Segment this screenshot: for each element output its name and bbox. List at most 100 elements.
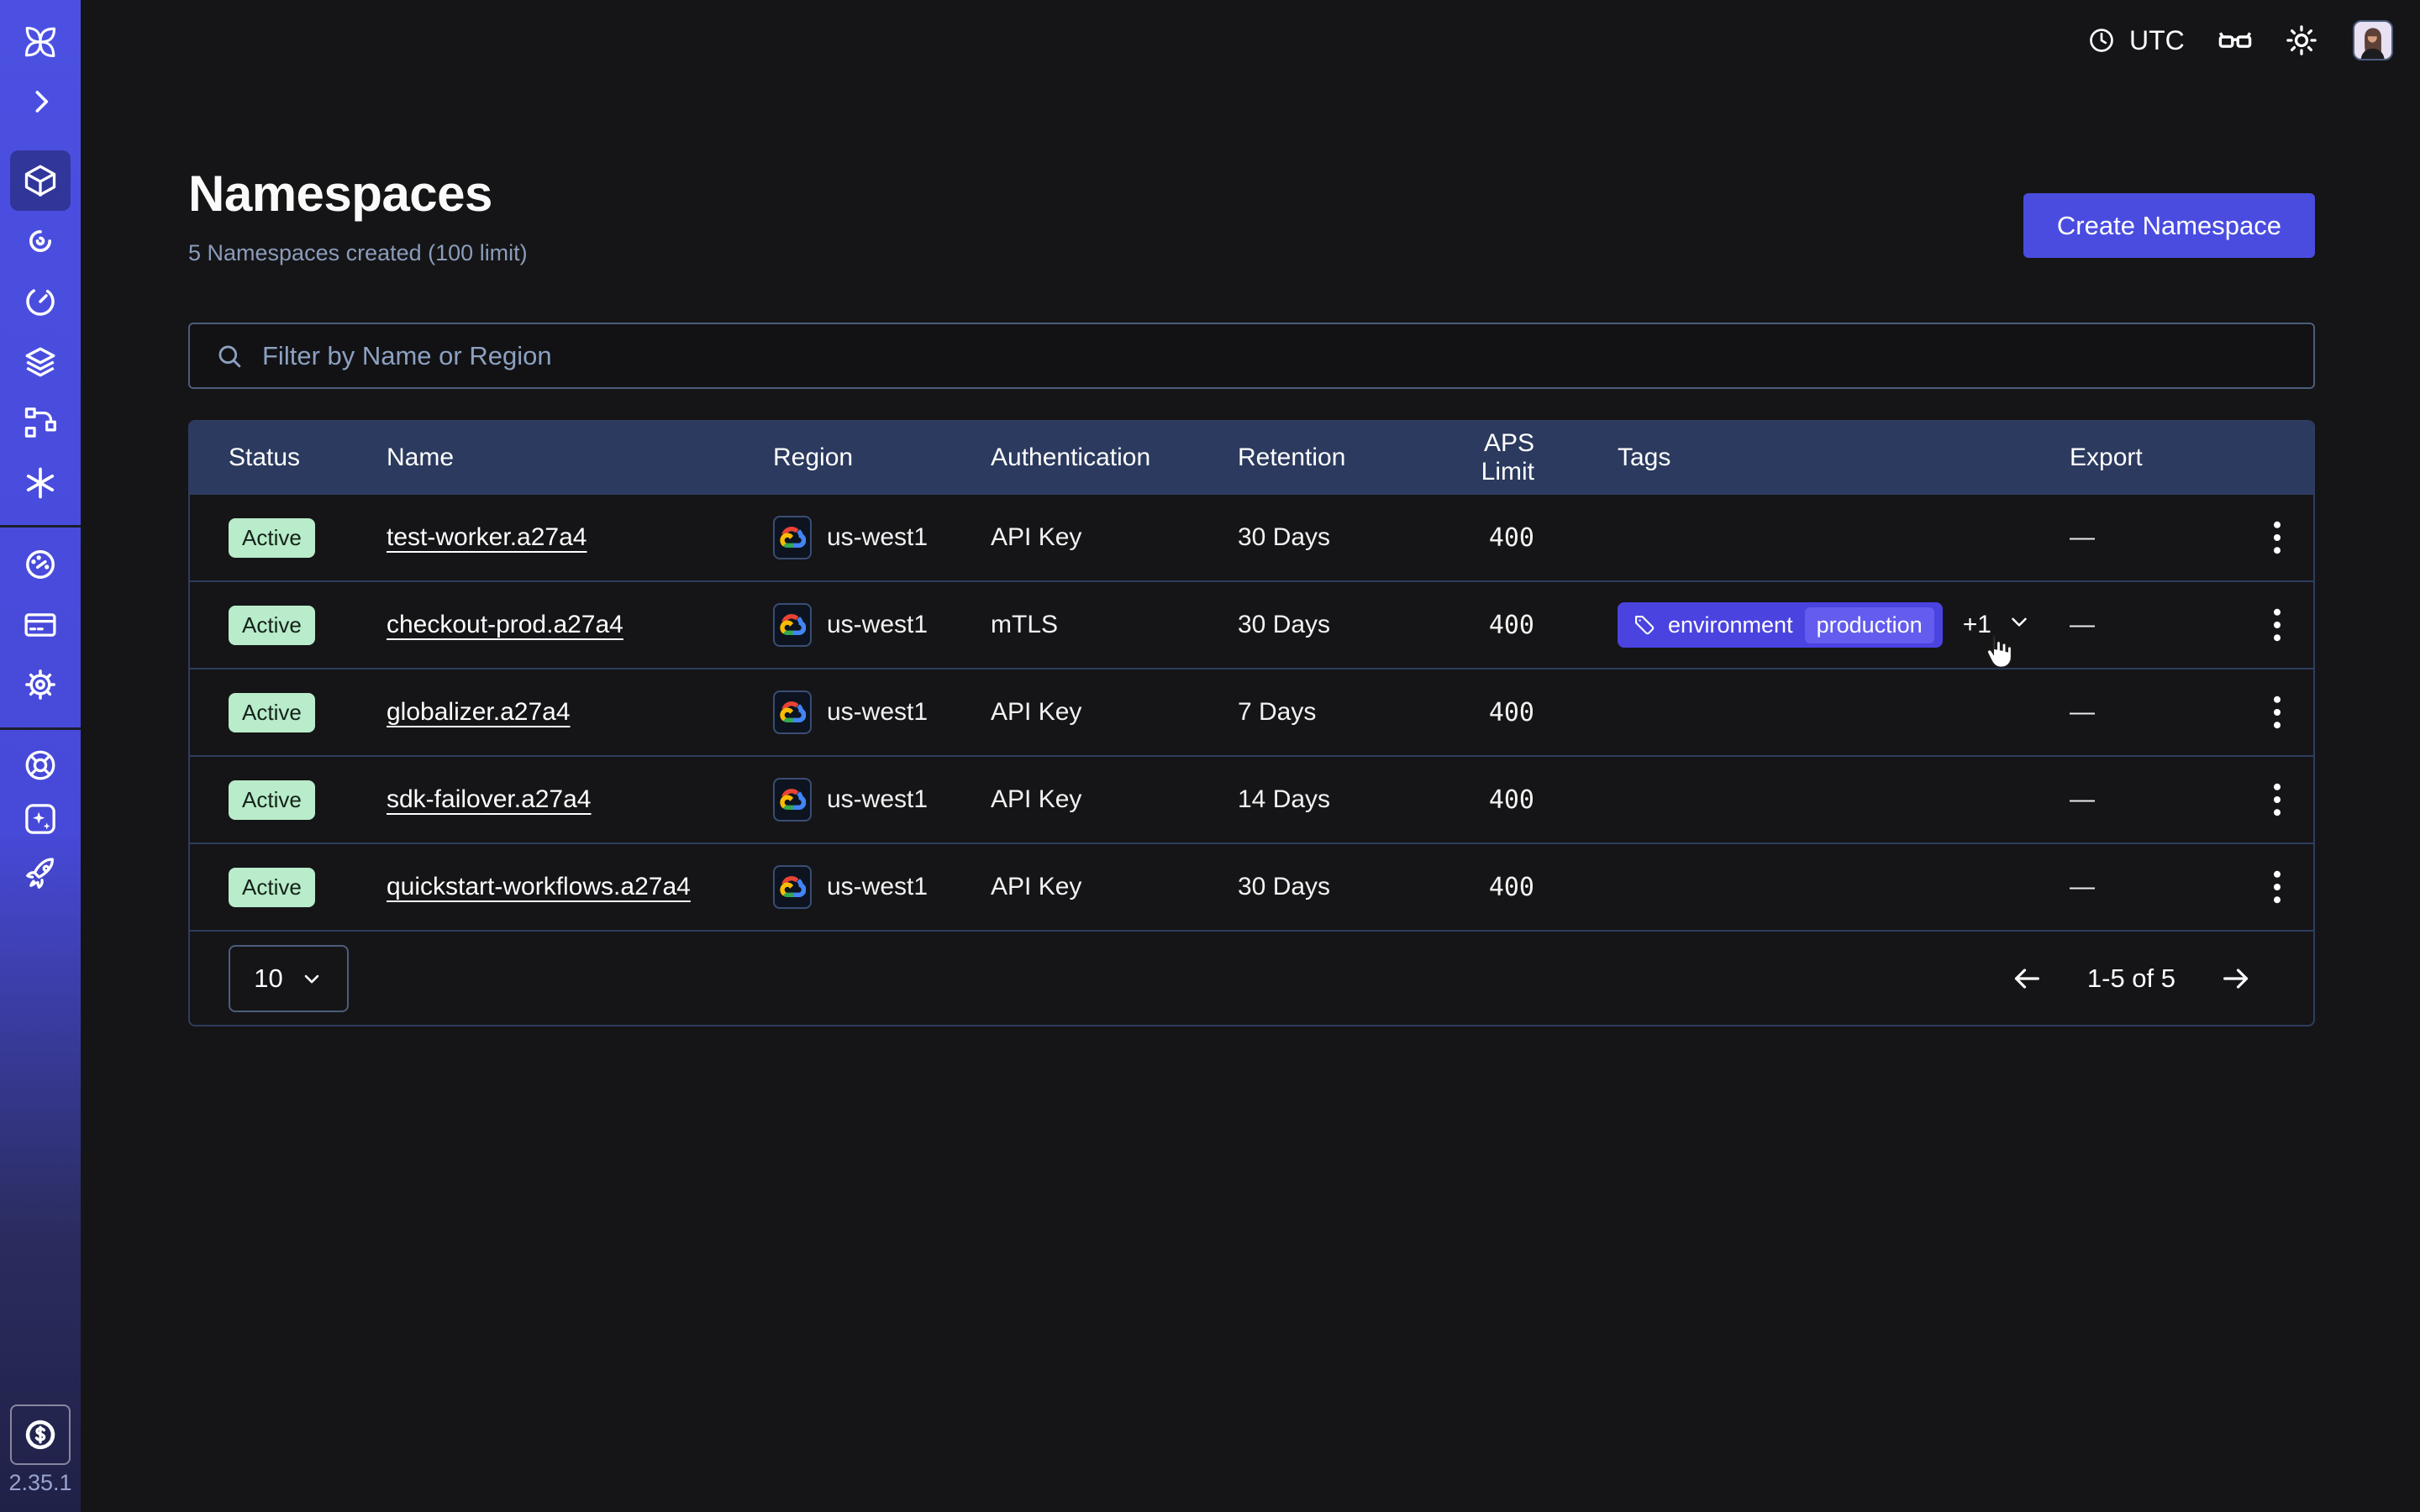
status-badge: Active (229, 518, 315, 558)
search-icon (215, 342, 244, 370)
table-row[interactable]: Active test-worker.a27a4 us-west1 API Ke… (190, 493, 2313, 580)
filter-searchbox[interactable] (188, 323, 2315, 389)
sidebar-item-billing-card-icon[interactable] (22, 606, 59, 643)
col-header-status: Status (229, 444, 387, 472)
col-header-name: Name (387, 444, 773, 472)
sidebar-item-deployments-layers-icon[interactable] (22, 344, 59, 381)
namespace-link[interactable]: sdk-failover.a27a4 (387, 785, 592, 814)
status-badge: Active (229, 780, 315, 820)
sidebar-expand-chevron-icon[interactable] (22, 83, 59, 120)
table-footer: 10 1-5 of 5 (190, 930, 2313, 1025)
tag-key: environment (1668, 612, 1793, 638)
sidebar-item-nexus-branch-icon[interactable] (22, 404, 59, 441)
auth-label: API Key (991, 873, 1238, 901)
sidebar-item-support-lifebuoy-icon[interactable] (22, 747, 59, 784)
tag-more-count: +1 (1963, 611, 1991, 639)
namespaces-table: Status Name Region Authentication Retent… (188, 420, 2315, 1026)
gcp-cloud-icon (773, 516, 812, 559)
region-label: us-west1 (827, 698, 928, 727)
col-header-retention: Retention (1238, 444, 1429, 472)
region-label: us-west1 (827, 785, 928, 814)
col-header-aps-limit: APS Limit (1429, 429, 1534, 486)
status-badge: Active (229, 606, 315, 645)
export-value: — (2070, 523, 2241, 552)
page-subtitle: 5 Namespaces created (100 limit) (188, 240, 528, 266)
col-header-tags: Tags (1534, 444, 2070, 472)
gcp-cloud-icon (773, 603, 812, 647)
namespace-link[interactable]: globalizer.a27a4 (387, 698, 571, 727)
tags-expand-chevron-icon[interactable] (2007, 609, 2032, 641)
retention-label: 30 Days (1238, 873, 1429, 901)
chevron-down-icon (300, 967, 324, 990)
search-input[interactable] (262, 341, 2288, 371)
export-value: — (2070, 785, 2241, 814)
region-label: us-west1 (827, 611, 928, 639)
sidebar-item-usage-gauge-icon[interactable] (22, 546, 59, 583)
app-version: 2.35.1 (0, 1470, 81, 1496)
table-row[interactable]: Active sdk-failover.a27a4 us-west1 API K… (190, 755, 2313, 843)
sidebar-divider (0, 525, 81, 528)
retention-label: 30 Days (1238, 611, 1429, 639)
row-kebab-menu[interactable] (2241, 696, 2313, 729)
previous-page-button[interactable] (2010, 962, 2044, 995)
sidebar-item-settings-gear-icon[interactable] (22, 666, 59, 703)
sidebar-item-getting-started-sparkle-icon[interactable] (22, 801, 59, 837)
sidebar-item-workflows-spiral-icon[interactable] (22, 223, 59, 260)
auth-label: API Key (991, 785, 1238, 814)
aps-limit-value: 400 (1429, 698, 1534, 727)
gcp-cloud-icon (773, 778, 812, 822)
export-value: — (2070, 611, 2241, 639)
status-badge: Active (229, 693, 315, 732)
table-row[interactable]: Active globalizer.a27a4 us-west1 API Key… (190, 668, 2313, 755)
region-label: us-west1 (827, 523, 928, 552)
pagination: 1-5 of 5 (2010, 962, 2253, 995)
next-page-button[interactable] (2219, 962, 2253, 995)
sidebar-item-quickstart-rocket-icon[interactable] (22, 856, 59, 893)
col-header-export: Export (2070, 444, 2241, 472)
export-value: — (2070, 873, 2241, 901)
aps-limit-value: 400 (1429, 873, 1534, 902)
tag-chip[interactable]: environment production (1618, 602, 1943, 648)
namespace-link[interactable]: test-worker.a27a4 (387, 523, 587, 552)
status-badge: Active (229, 868, 315, 907)
pricing-dollar-badge-icon[interactable] (10, 1404, 71, 1465)
retention-label: 14 Days (1238, 785, 1429, 814)
namespace-link[interactable]: checkout-prod.a27a4 (387, 611, 623, 639)
pagination-range: 1-5 of 5 (2087, 963, 2175, 994)
auth-label: mTLS (991, 611, 1238, 639)
retention-label: 7 Days (1238, 698, 1429, 727)
sidebar-item-batch-asterisk-icon[interactable] (22, 465, 59, 501)
region-label: us-west1 (827, 873, 928, 901)
table-header-row: Status Name Region Authentication Retent… (190, 422, 2313, 493)
row-kebab-menu[interactable] (2241, 608, 2313, 642)
row-kebab-menu[interactable] (2241, 870, 2313, 904)
table-row[interactable]: Active checkout-prod.a27a4 us-west1 mTLS… (190, 580, 2313, 668)
tag-value: production (1805, 607, 1934, 643)
sidebar: 2.35.1 (0, 0, 81, 1512)
gcp-cloud-icon (773, 690, 812, 734)
page-size-value: 10 (254, 963, 282, 994)
auth-label: API Key (991, 698, 1238, 727)
main-content: Namespaces 5 Namespaces created (100 lim… (81, 0, 2420, 1512)
auth-label: API Key (991, 523, 1238, 552)
table-row[interactable]: Active quickstart-workflows.a27a4 us-wes… (190, 843, 2313, 930)
col-header-authentication: Authentication (991, 444, 1238, 472)
temporal-logo[interactable] (22, 24, 59, 60)
row-kebab-menu[interactable] (2241, 521, 2313, 554)
gcp-cloud-icon (773, 865, 812, 909)
tags-cell: environment production +1 (1534, 602, 2070, 648)
sidebar-item-namespaces-cube-icon[interactable] (22, 162, 59, 199)
sidebar-item-schedules-timer-icon[interactable] (22, 283, 59, 320)
page-title: Namespaces (188, 165, 492, 223)
aps-limit-value: 400 (1429, 523, 1534, 553)
export-value: — (2070, 698, 2241, 727)
col-header-region: Region (773, 444, 991, 472)
aps-limit-value: 400 (1429, 785, 1534, 815)
create-namespace-button[interactable]: Create Namespace (2023, 193, 2315, 258)
page-size-select[interactable]: 10 (229, 945, 349, 1012)
retention-label: 30 Days (1238, 523, 1429, 552)
namespace-link[interactable]: quickstart-workflows.a27a4 (387, 873, 691, 901)
row-kebab-menu[interactable] (2241, 783, 2313, 816)
tag-icon (1633, 613, 1656, 637)
aps-limit-value: 400 (1429, 611, 1534, 640)
